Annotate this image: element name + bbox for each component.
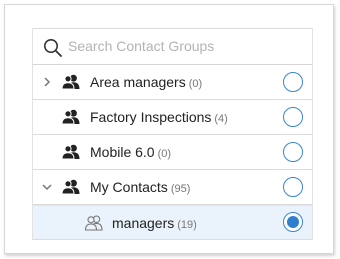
group-count: (0): [188, 78, 203, 90]
group-outline-icon: [84, 215, 103, 231]
group-radio[interactable]: [283, 72, 303, 92]
group-label: Area managers (0): [90, 74, 203, 90]
search-icon: [44, 39, 62, 57]
chevron-down-icon[interactable]: [42, 182, 52, 192]
group-row-managers[interactable]: managers (19): [33, 205, 312, 240]
group-count: (19): [177, 219, 197, 231]
group-icon: [61, 144, 80, 160]
group-count: (0): [157, 148, 172, 160]
search-bar[interactable]: Search Contact Groups: [33, 29, 312, 65]
group-label: Mobile 6.0 (0): [90, 144, 172, 160]
group-icon: [61, 74, 80, 90]
group-count: (95): [170, 183, 191, 195]
group-row-my-contacts[interactable]: My Contacts (95): [33, 170, 312, 205]
search-input[interactable]: Search Contact Groups: [68, 29, 214, 64]
group-icon: [61, 179, 80, 195]
group-label: My Contacts (95): [90, 179, 191, 195]
group-count: (4): [214, 113, 228, 125]
group-radio-selected[interactable]: [283, 212, 303, 232]
group-label: Factory Inspections (4): [90, 109, 228, 125]
group-radio[interactable]: [283, 177, 303, 197]
chevron-right-icon[interactable]: [42, 77, 52, 87]
group-row-mobile-6[interactable]: Mobile 6.0 (0): [33, 135, 312, 170]
contact-groups-list: Search Contact Groups Area managers(0): [32, 28, 313, 240]
group-icon: [61, 109, 80, 125]
group-row-factory-inspections[interactable]: Factory Inspections (4): [33, 100, 312, 135]
contact-groups-card: Search Contact Groups Area managers(0): [4, 4, 334, 254]
group-radio[interactable]: [283, 142, 303, 162]
group-row-area-managers[interactable]: Area managers (0): [33, 65, 312, 100]
group-label: managers (19): [112, 215, 197, 231]
group-radio[interactable]: [283, 107, 303, 127]
